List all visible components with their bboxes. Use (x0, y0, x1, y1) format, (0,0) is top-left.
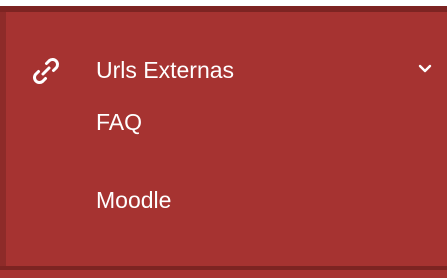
submenu-item-moodle[interactable]: Moodle (96, 186, 171, 214)
menu-group-label: Urls Externas (96, 57, 235, 83)
chevron-down-icon[interactable] (418, 64, 432, 74)
next-menu-section (0, 270, 447, 278)
link-icon (33, 58, 59, 84)
submenu-item-faq[interactable]: FAQ (96, 108, 142, 136)
menu-group-urls-externas[interactable]: Urls Externas (0, 44, 447, 94)
